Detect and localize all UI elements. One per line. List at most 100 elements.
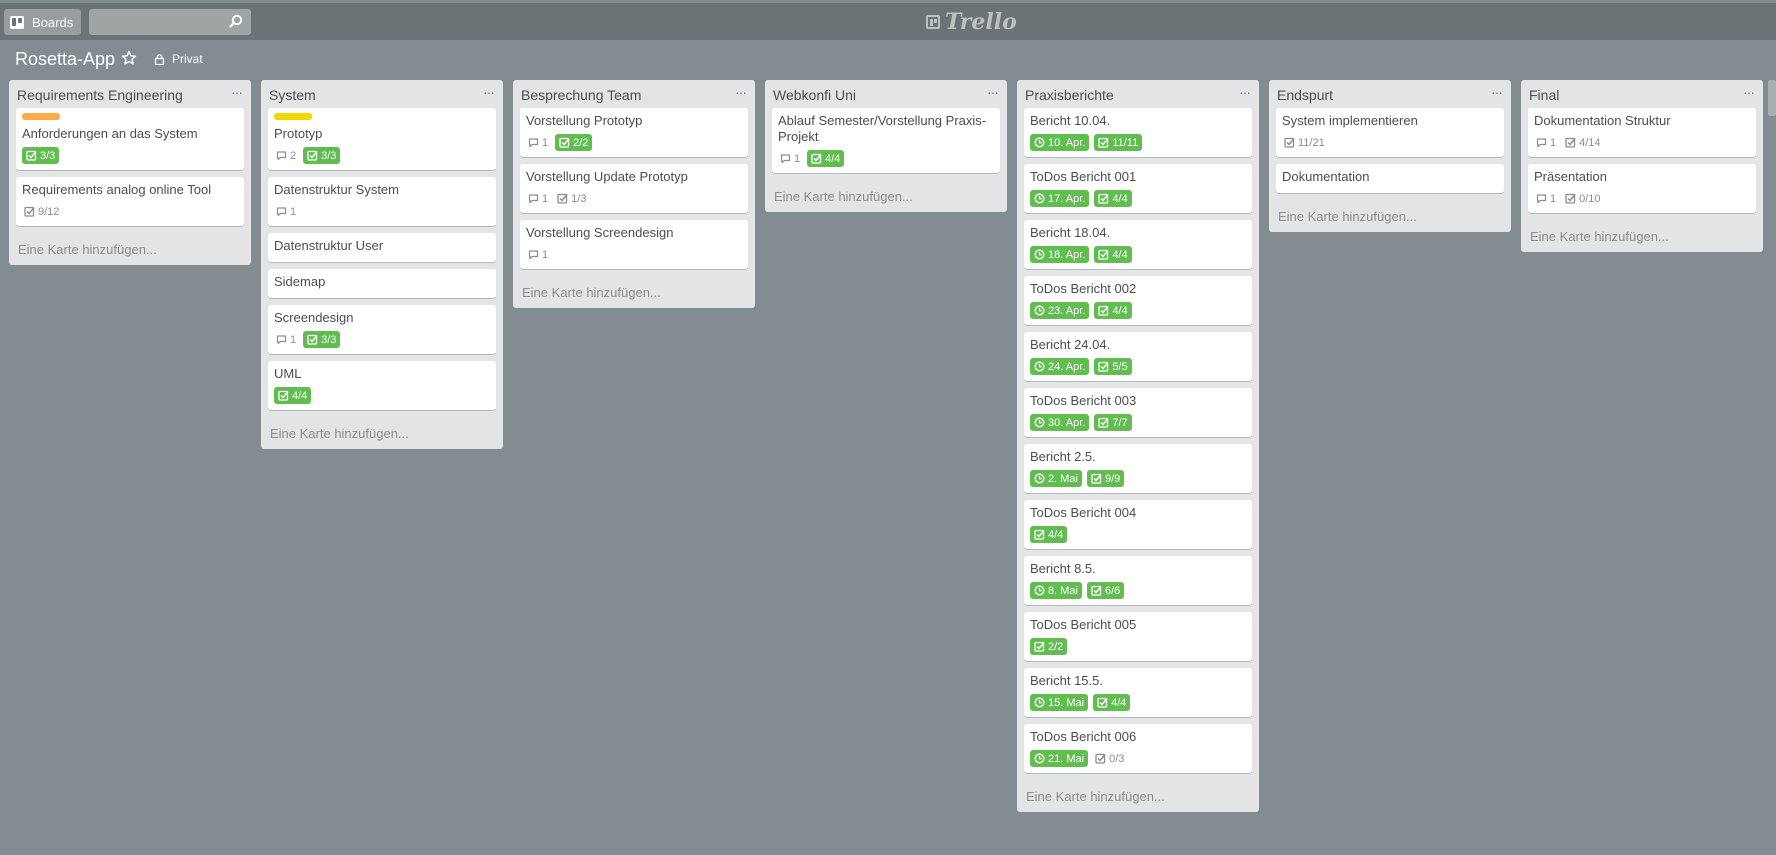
- card[interactable]: Bericht 18.04. 18. Apr. 4/4: [1024, 220, 1252, 269]
- add-card-link[interactable]: Eine Karte hinzufügen...: [772, 189, 1000, 204]
- boards-button[interactable]: Boards: [4, 9, 82, 35]
- list-title[interactable]: Endspurt: [1277, 87, 1333, 103]
- checklist-badge: 5/5: [1094, 358, 1132, 375]
- comment-icon: [528, 193, 539, 204]
- list-title[interactable]: Besprechung Team: [521, 87, 641, 103]
- search-input[interactable]: [89, 9, 235, 35]
- list-menu-icon[interactable]: ···: [735, 84, 747, 100]
- clock-icon: [1034, 361, 1045, 372]
- list-menu-icon[interactable]: ···: [231, 84, 243, 100]
- card[interactable]: UML 4/4: [268, 361, 496, 410]
- card[interactable]: Bericht 15.5. 15. Mai 4/4: [1024, 668, 1252, 717]
- checklist-count: 6/6: [1104, 584, 1121, 597]
- card[interactable]: Screendesign 1 3/3: [268, 305, 496, 354]
- add-card-link[interactable]: Eine Karte hinzufügen...: [1528, 229, 1756, 244]
- card[interactable]: Anforderungen an das System 3/3: [16, 108, 244, 170]
- list: Besprechung Team ··· Vorstellung Prototyp 1…: [513, 80, 755, 308]
- card[interactable]: Bericht 10.04. 10. Apr. 11/11: [1024, 108, 1252, 157]
- card[interactable]: ToDos Bericht 004 4/4: [1024, 500, 1252, 549]
- list-title[interactable]: Requirements Engineering: [17, 87, 183, 103]
- list-title[interactable]: Webkonfi Uni: [773, 87, 856, 103]
- boards-label: Boards: [32, 14, 74, 30]
- list-header: Webkonfi Uni ···: [772, 80, 1000, 108]
- comment-icon: [528, 249, 539, 260]
- list-title[interactable]: Final: [1529, 87, 1559, 103]
- add-card-link[interactable]: Eine Karte hinzufügen...: [16, 242, 244, 257]
- list-title[interactable]: Praxisberichte: [1025, 87, 1114, 103]
- list-menu-icon[interactable]: ···: [1743, 84, 1755, 100]
- comments-badge: 1: [1534, 134, 1558, 151]
- due-date-badge: 2. Mai: [1030, 470, 1082, 487]
- star-icon[interactable]: [121, 50, 137, 66]
- list-menu-icon[interactable]: ···: [987, 84, 999, 100]
- checklist-count: 3/3: [321, 149, 337, 162]
- search-icon[interactable]: [229, 14, 243, 28]
- checklist-icon: [1098, 137, 1109, 148]
- card[interactable]: Vorstellung Prototyp 1 2/2: [520, 108, 748, 157]
- clock-icon: [1034, 473, 1045, 484]
- card[interactable]: Datenstruktur System 1: [268, 177, 496, 226]
- card[interactable]: Requirements analog online Tool 9/12: [16, 177, 244, 226]
- card[interactable]: Präsentation 1 0/10: [1528, 164, 1756, 213]
- card[interactable]: Bericht 2.5. 2. Mai 9/9: [1024, 444, 1252, 493]
- card[interactable]: ToDos Bericht 002 23. Apr. 4/4: [1024, 276, 1252, 325]
- card[interactable]: ToDos Bericht 003 30. Apr. 7/7: [1024, 388, 1252, 437]
- checklist-badge: 4/4: [274, 387, 312, 404]
- card[interactable]: ToDos Bericht 001 17. Apr. 4/4: [1024, 164, 1252, 213]
- card[interactable]: Prototyp 2 3/3: [268, 108, 496, 170]
- board-title[interactable]: Rosetta-App: [15, 49, 115, 70]
- card[interactable]: System implementieren 11/21: [1276, 108, 1504, 157]
- add-card-link[interactable]: Eine Karte hinzufügen...: [520, 285, 748, 300]
- list-menu-icon[interactable]: ···: [1491, 84, 1503, 100]
- card[interactable]: Bericht 8.5. 8. Mai 6/6: [1024, 556, 1252, 605]
- card-badges: 11/21: [1282, 134, 1498, 151]
- comment-icon: [276, 206, 287, 217]
- clock-icon: [1034, 249, 1045, 260]
- checklist-badge: 6/6: [1086, 582, 1125, 599]
- checklist-icon: [1097, 697, 1108, 708]
- card[interactable]: Bericht 24.04. 24. Apr. 5/5: [1024, 332, 1252, 381]
- card-badges: 2/2: [1030, 638, 1246, 655]
- checklist-badge: 0/10: [1563, 190, 1602, 207]
- card-badges: 21. Mai 0/3: [1030, 750, 1246, 767]
- card[interactable]: Dokumentation Struktur 1 4/14: [1528, 108, 1756, 157]
- comment-count: 1: [1550, 136, 1557, 149]
- card-title: ToDos Bericht 001: [1030, 169, 1137, 184]
- checklist-count: 3/3: [40, 149, 56, 162]
- due-date-badge: 24. Apr.: [1030, 358, 1090, 375]
- card-list: Vorstellung Prototyp 1 2/2 Vorstellung Upda…: [520, 108, 748, 269]
- trello-logo[interactable]: Trello: [926, 9, 1017, 35]
- checklist-count: 4/4: [825, 152, 841, 165]
- privacy-button[interactable]: Privat: [154, 52, 203, 66]
- checklist-count: 1/3: [571, 192, 587, 205]
- card[interactable]: Sidemap: [268, 269, 496, 298]
- card[interactable]: Ablauf Semester/Vorstellung Praxis-Proje…: [772, 108, 1000, 173]
- card[interactable]: Datenstruktur User: [268, 233, 496, 262]
- card[interactable]: ToDos Bericht 005 2/2: [1024, 612, 1252, 661]
- add-card-link[interactable]: Eine Karte hinzufügen...: [268, 426, 496, 441]
- card[interactable]: Vorstellung Update Prototyp 1 1/3: [520, 164, 748, 213]
- checklist-icon: [1091, 585, 1102, 596]
- scrollbar[interactable]: [1768, 80, 1776, 116]
- clock-icon: [1034, 585, 1045, 596]
- list-menu-icon[interactable]: ···: [483, 84, 495, 100]
- card-label-orange: [22, 113, 60, 120]
- card-badges: 1 3/3: [274, 331, 490, 348]
- card-badges: 17. Apr. 4/4: [1030, 190, 1246, 207]
- card-title: Bericht 24.04.: [1030, 337, 1111, 352]
- checklist-icon: [1098, 193, 1109, 204]
- comment-count: 1: [290, 333, 297, 346]
- card[interactable]: Dokumentation: [1276, 164, 1504, 193]
- list-title[interactable]: System: [269, 87, 316, 103]
- card-list: Prototyp 2 3/3 Datenstruktur System 1 Datenst…: [268, 108, 496, 410]
- search-box[interactable]: [89, 9, 251, 35]
- clock-icon: [1034, 417, 1045, 428]
- comment-icon: [528, 137, 539, 148]
- checklist-icon: [1091, 473, 1102, 484]
- add-card-link[interactable]: Eine Karte hinzufügen...: [1276, 209, 1504, 224]
- card[interactable]: Vorstellung Screendesign 1: [520, 220, 748, 269]
- card[interactable]: ToDos Bericht 006 21. Mai 0/3: [1024, 724, 1252, 773]
- card-badges: 30. Apr. 7/7: [1030, 414, 1246, 431]
- add-card-link[interactable]: Eine Karte hinzufügen...: [1024, 789, 1252, 804]
- list-menu-icon[interactable]: ···: [1239, 84, 1251, 100]
